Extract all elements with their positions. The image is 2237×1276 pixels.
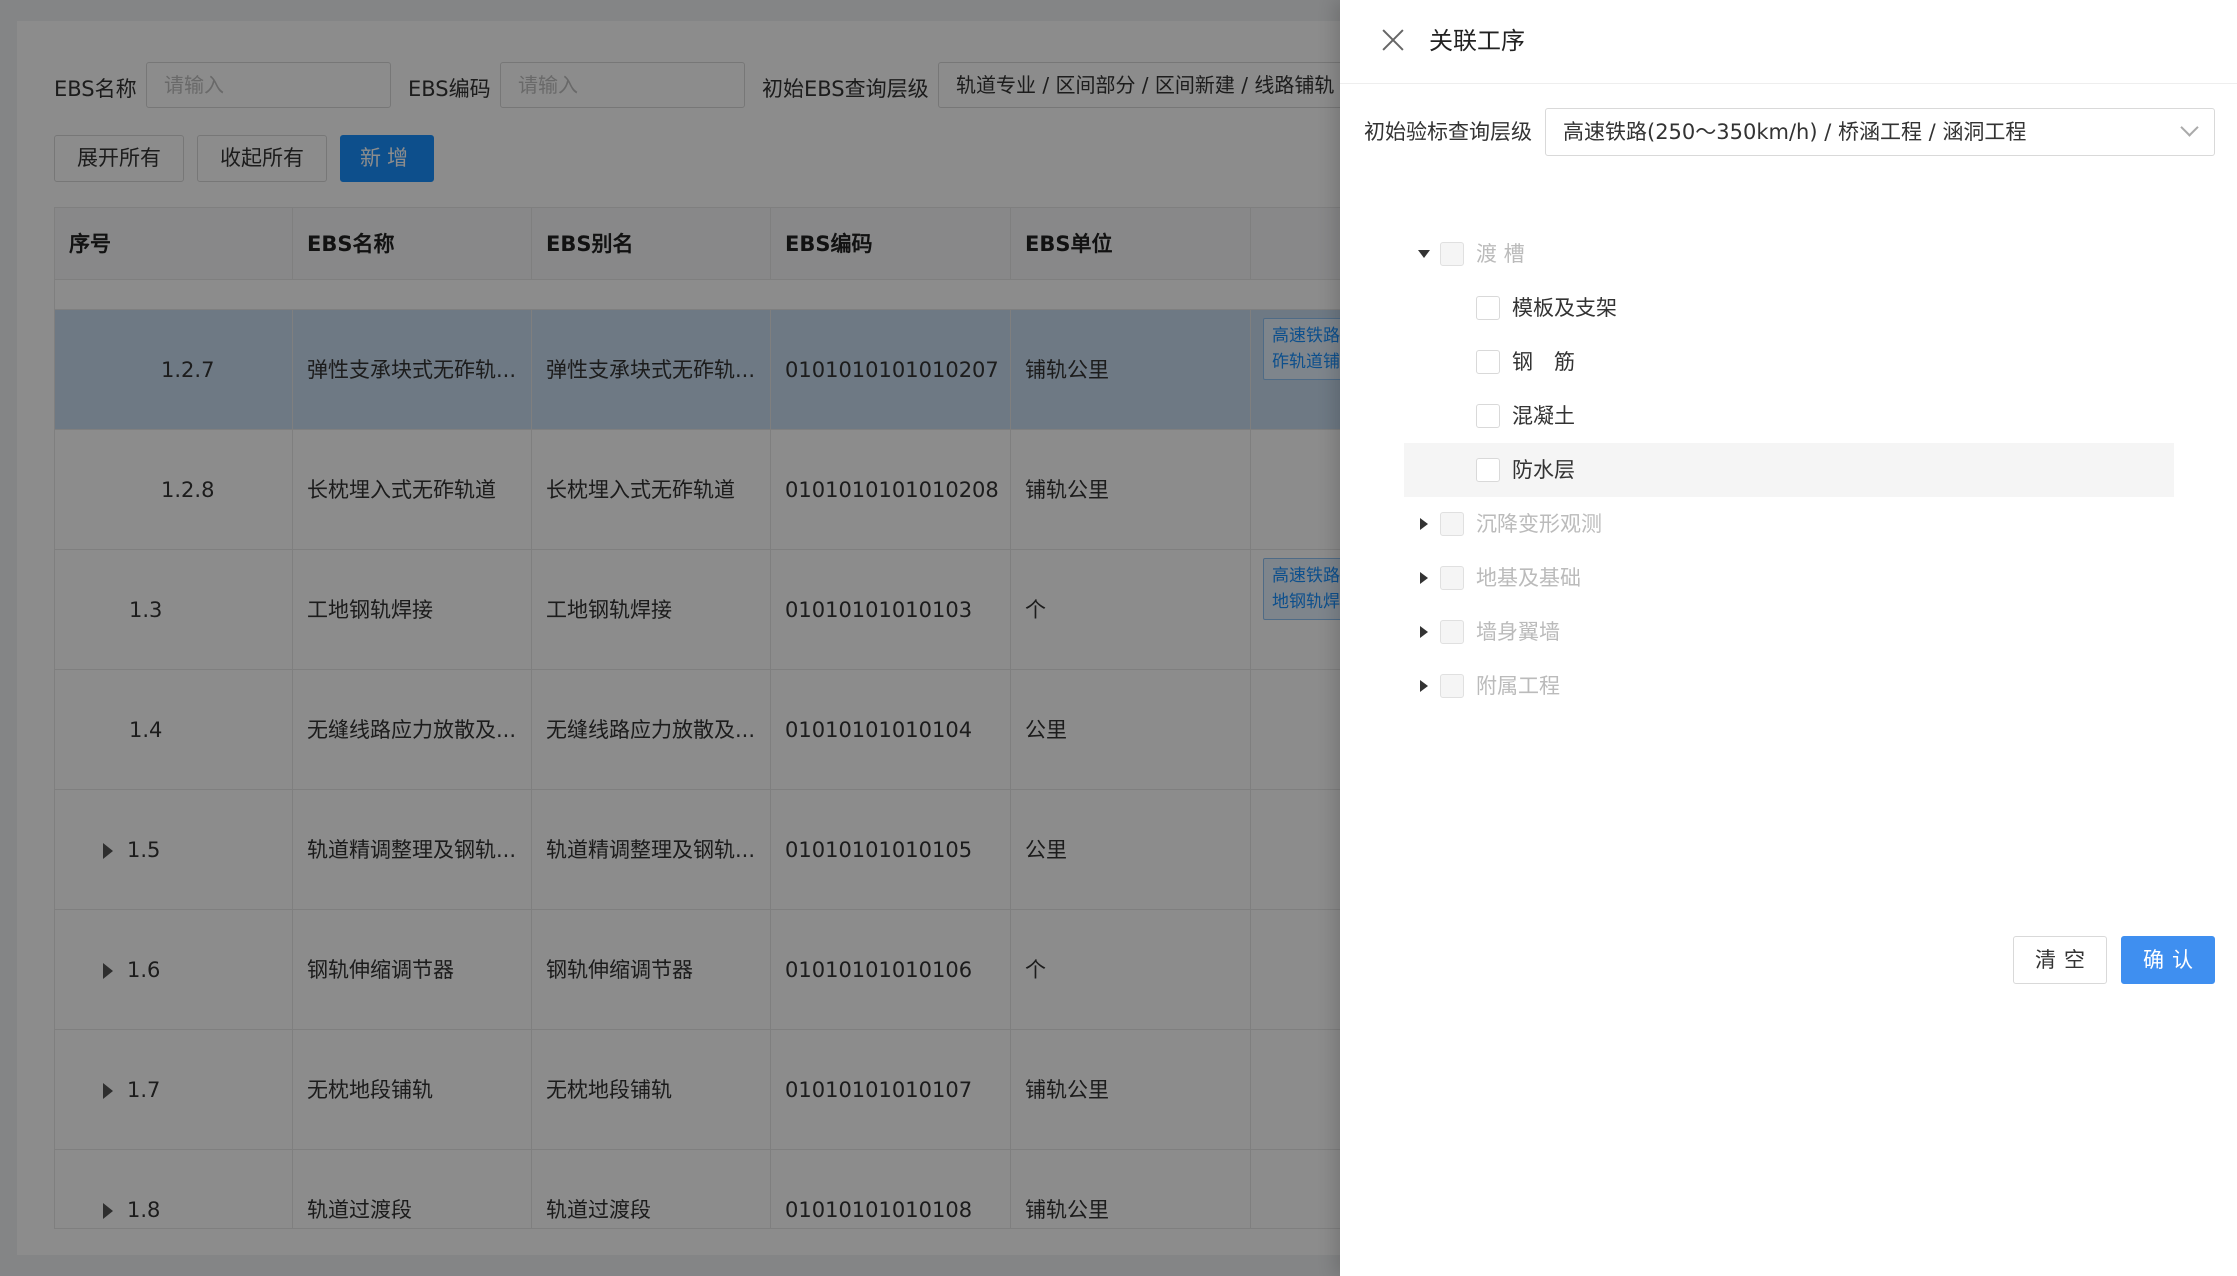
tree-node[interactable]: 墙身翼墙 (1404, 605, 2174, 659)
chevron-down-icon (2180, 118, 2199, 137)
tree-node-child[interactable]: 防水层 (1404, 443, 2174, 497)
associate-process-drawer: 关联工序 初始验标查询层级 高速铁路(250～350km/h) / 桥涵工程 /… (1340, 0, 2237, 1276)
acceptance-level-label: 初始验标查询层级 (1364, 120, 1532, 144)
caret-right-icon[interactable] (1420, 518, 1428, 530)
drawer-header: 关联工序 (1340, 0, 2237, 84)
tree-checkbox (1440, 512, 1464, 536)
caret-right-icon[interactable] (1420, 680, 1428, 692)
tree-checkbox[interactable] (1476, 296, 1500, 320)
tree-node[interactable]: 渡 槽 (1404, 227, 2174, 281)
caret-right-icon[interactable] (1420, 572, 1428, 584)
close-icon[interactable] (1376, 24, 1410, 58)
tree-checkbox (1440, 242, 1464, 266)
tree-node-label: 渡 槽 (1476, 242, 1525, 266)
tree-node-label: 混凝土 (1512, 404, 1575, 428)
tree-checkbox[interactable] (1476, 404, 1500, 428)
tree-checkbox (1440, 674, 1464, 698)
tree-node-label: 模板及支架 (1512, 296, 1617, 320)
tree-node-label: 沉降变形观测 (1476, 512, 1602, 536)
tree-node-label: 地基及基础 (1476, 566, 1581, 590)
confirm-button[interactable]: 确认 (2121, 936, 2215, 984)
clear-button[interactable]: 清空 (2013, 936, 2107, 984)
tree-node-label: 钢 筋 (1512, 350, 1575, 374)
caret-down-icon[interactable] (1418, 250, 1430, 258)
tree-node-label: 墙身翼墙 (1476, 620, 1560, 644)
tree-node-label: 附属工程 (1476, 674, 1560, 698)
acceptance-level-select[interactable]: 高速铁路(250～350km/h) / 桥涵工程 / 涵洞工程 (1545, 108, 2215, 156)
tree-node-label: 防水层 (1512, 458, 1575, 482)
tree-node-child[interactable]: 钢 筋 (1404, 335, 2174, 389)
tree-checkbox (1440, 620, 1464, 644)
tree-checkbox (1440, 566, 1464, 590)
tree-node[interactable]: 附属工程 (1404, 659, 2174, 713)
caret-right-icon[interactable] (1420, 626, 1428, 638)
tree-checkbox[interactable] (1476, 350, 1500, 374)
tree-node[interactable]: 地基及基础 (1404, 551, 2174, 605)
tree-checkbox[interactable] (1476, 458, 1500, 482)
tree-node[interactable]: 沉降变形观测 (1404, 497, 2174, 551)
tree-node-child[interactable]: 混凝土 (1404, 389, 2174, 443)
drawer-title: 关联工序 (1429, 27, 1525, 55)
drawer-mask[interactable] (0, 0, 1340, 1276)
tree-node-child[interactable]: 模板及支架 (1404, 281, 2174, 335)
acceptance-level-value: 高速铁路(250～350km/h) / 桥涵工程 / 涵洞工程 (1563, 120, 2027, 144)
